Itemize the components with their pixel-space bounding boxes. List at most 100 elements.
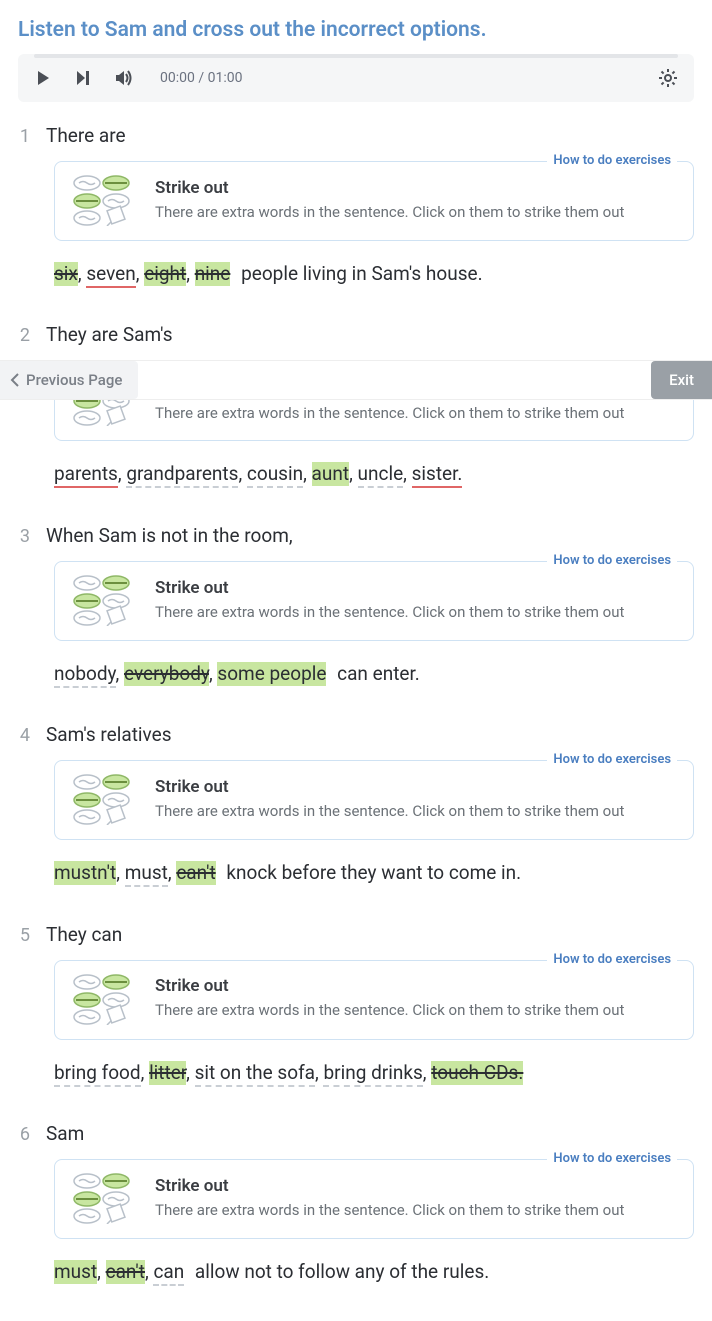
question-suffix: knock before they want to come in.	[222, 861, 522, 884]
next-track-icon[interactable]	[74, 69, 92, 87]
question-prefix: Sam's relatives	[46, 723, 172, 746]
answer-line: parents, grandparents, cousin, aunt, unc…	[54, 459, 694, 489]
hint-description: There are extra words in the sentence. C…	[155, 1000, 679, 1020]
separator: ,	[423, 1061, 431, 1084]
separator: ,	[116, 662, 124, 685]
previous-page-button[interactable]: Previous Page	[0, 361, 138, 399]
question-suffix: can enter.	[332, 662, 419, 685]
volume-icon[interactable]	[114, 69, 134, 87]
option[interactable]: touch CDs.	[431, 1061, 523, 1085]
option[interactable]: cousin	[247, 462, 303, 488]
option[interactable]: six	[54, 262, 78, 286]
option[interactable]: seven	[86, 262, 135, 288]
option[interactable]: must	[125, 861, 168, 887]
option[interactable]: parents	[54, 462, 118, 488]
how-to-link[interactable]: How to do exercises	[547, 153, 677, 168]
hint-description: There are extra words in the sentence. C…	[155, 801, 679, 821]
hint-text: Strike out There are extra words in the s…	[155, 578, 679, 622]
separator: ,	[349, 462, 357, 485]
answer-line: must, can't, can allow not to follow any…	[54, 1257, 694, 1287]
question-4: 4Sam's relativesHow to do exercisesStrik…	[0, 723, 712, 922]
answer-line: mustn't, must, can't knock before they w…	[54, 858, 694, 888]
question-prefix: When Sam is not in the room,	[46, 524, 293, 547]
hint-box: How to do exercisesStrike outThere are e…	[54, 400, 694, 441]
question-5: 5They canHow to do exercisesStrike outTh…	[0, 923, 712, 1122]
option[interactable]: bring food	[54, 1061, 141, 1087]
option[interactable]: eight	[144, 262, 186, 286]
option[interactable]: must	[54, 1260, 97, 1284]
hint-title: Strike out	[155, 178, 679, 198]
nav-strip: Previous Page Exit	[0, 360, 712, 400]
hint-description: There are extra words in the sentence. C…	[155, 202, 679, 222]
hint-box: How to do exercisesStrike outThere are e…	[54, 161, 694, 241]
hint-text: Strike out There are extra words in the s…	[155, 777, 679, 821]
audio-time: 00:00 / 01:00	[160, 70, 242, 86]
option[interactable]: can	[153, 1260, 184, 1286]
option[interactable]: sister.	[412, 462, 463, 488]
separator: ,	[186, 262, 194, 285]
hint-description: There are extra words in the sentence. C…	[155, 403, 679, 423]
strike-out-icon	[69, 973, 137, 1025]
hint-box: How to do exercisesStrike outThere are e…	[54, 960, 694, 1040]
option[interactable]: aunt	[312, 462, 350, 486]
answer-line: bring food, litter, sit on the sofa, bri…	[54, 1058, 694, 1088]
question-number: 3	[18, 526, 30, 547]
how-to-link[interactable]: How to do exercises	[547, 553, 677, 568]
option[interactable]: grandparents	[126, 462, 238, 488]
separator: ,	[403, 462, 411, 485]
option[interactable]: bring drinks	[323, 1061, 422, 1087]
hint-description: There are extra words in the sentence. C…	[155, 602, 679, 622]
hint-box: How to do exercisesStrike outThere are e…	[54, 760, 694, 840]
question-prefix: They can	[46, 923, 122, 946]
hint-box: How to do exercisesStrike outThere are e…	[54, 1159, 694, 1239]
page-title: Listen to Sam and cross out the incorrec…	[0, 0, 712, 54]
option[interactable]: nine	[195, 262, 231, 286]
hint-text: Strike outThere are extra words in the s…	[155, 403, 679, 423]
separator: ,	[303, 462, 311, 485]
hint-title: Strike out	[155, 578, 679, 598]
separator: ,	[238, 462, 246, 485]
play-icon[interactable]	[34, 69, 52, 87]
option[interactable]: can't	[176, 861, 215, 885]
question-number: 1	[18, 126, 30, 147]
hint-box: How to do exercisesStrike outThere are e…	[54, 561, 694, 641]
option[interactable]: nobody	[54, 662, 116, 688]
question-number: 6	[18, 1124, 30, 1145]
answer-line: nobody, everybody, some people can enter…	[54, 659, 694, 689]
hint-text: Strike outThere are extra words in the s…	[155, 1176, 679, 1220]
separator: ,	[136, 262, 144, 285]
question-6: 6SamHow to do exercisesStrike outThere a…	[0, 1122, 712, 1321]
how-to-link[interactable]: How to do exercises	[547, 1151, 677, 1166]
chevron-left-icon	[10, 373, 20, 387]
question-3: 3 When Sam is not in the room, How to do e…	[0, 524, 712, 723]
hint-text: Strike outThere are extra words in the s…	[155, 976, 679, 1020]
option[interactable]: everybody	[124, 662, 209, 686]
question-prefix: There are	[46, 124, 126, 147]
how-to-link[interactable]: How to do exercises	[547, 952, 677, 967]
how-to-link[interactable]: How to do exercises	[547, 752, 677, 767]
strike-out-icon	[69, 400, 137, 426]
strike-out-icon	[69, 773, 137, 825]
option[interactable]: mustn't	[54, 861, 116, 885]
question-2: 2They are Sam'sPrevious PageExitHow to d…	[0, 323, 712, 523]
audio-controls	[34, 69, 134, 87]
question-prefix: Sam	[46, 1122, 84, 1145]
option[interactable]: litter	[149, 1061, 186, 1085]
option[interactable]: uncle	[358, 462, 404, 488]
option[interactable]: can't	[106, 1260, 145, 1284]
audio-player: 00:00 / 01:00	[18, 54, 694, 102]
separator: ,	[141, 1061, 149, 1084]
strike-out-icon	[69, 1172, 137, 1224]
question-number: 4	[18, 725, 30, 746]
gear-icon[interactable]	[658, 68, 678, 88]
hint-title: Strike out	[155, 777, 679, 797]
question-number: 2	[18, 325, 30, 346]
hint-text: Strike out There are extra words in the s…	[155, 178, 679, 222]
hint-description: There are extra words in the sentence. C…	[155, 1200, 679, 1220]
exit-button[interactable]: Exit	[651, 361, 712, 399]
option[interactable]: sit on the sofa	[195, 1061, 315, 1087]
answer-line: six, seven, eight, nine people living in…	[54, 259, 694, 289]
option[interactable]: some people	[217, 662, 326, 686]
audio-progress-bar[interactable]	[34, 54, 678, 58]
strike-out-icon	[69, 174, 137, 226]
